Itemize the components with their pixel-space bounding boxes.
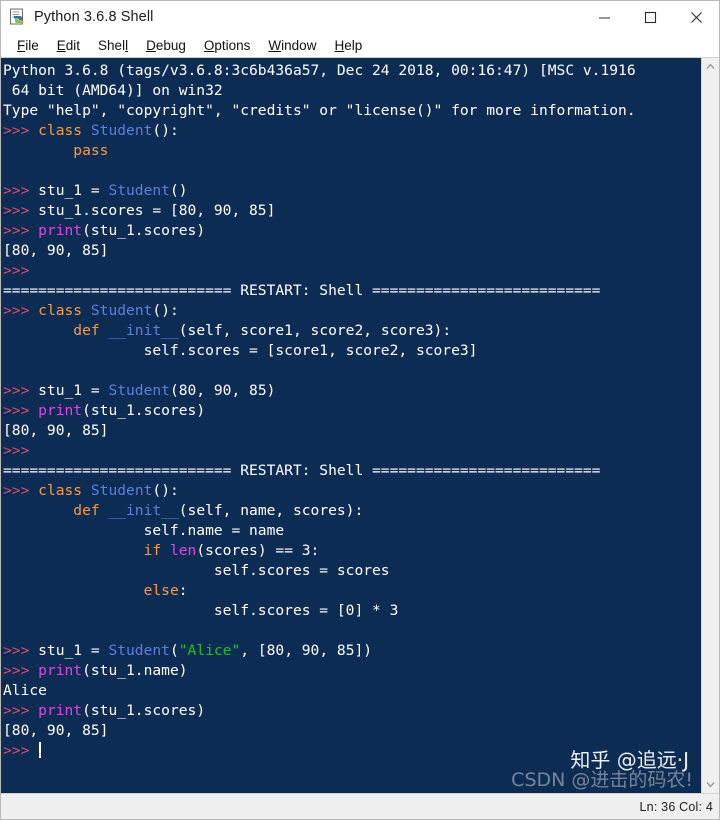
status-bar: Ln: 36 Col: 4	[1, 793, 719, 819]
menu-bar: File Edit Shell Debug Options Window Hel…	[1, 33, 719, 58]
watermark-csdn: CSDN @进击的码农!	[511, 769, 693, 791]
menu-item-window[interactable]: Window	[259, 38, 325, 53]
scrollbar-track[interactable]	[702, 75, 719, 776]
menu-item-file[interactable]: File	[8, 38, 48, 53]
menu-item-options[interactable]: Options	[195, 38, 260, 53]
chevron-up-icon[interactable]	[702, 58, 719, 75]
idle-shell-window: Python 3.6.8 Shell File Edit Shell Debug…	[0, 0, 720, 820]
maximize-icon[interactable]	[627, 1, 673, 33]
title-bar: Python 3.6.8 Shell	[1, 1, 719, 33]
shell-area: Python 3.6.8 (tags/v3.6.8:3c6b436a57, De…	[1, 58, 719, 793]
shell-text-output[interactable]: Python 3.6.8 (tags/v3.6.8:3c6b436a57, De…	[1, 58, 701, 793]
menu-item-debug[interactable]: Debug	[137, 38, 195, 53]
minimize-icon[interactable]	[581, 1, 627, 33]
vertical-scrollbar[interactable]	[701, 58, 719, 793]
menu-item-shell[interactable]: Shell	[89, 38, 137, 53]
chevron-down-icon[interactable]	[702, 776, 719, 793]
window-controls	[581, 1, 719, 33]
cursor-position-label: Ln: 36 Col: 4	[639, 799, 713, 814]
python-idle-icon	[9, 8, 27, 26]
menu-item-edit[interactable]: Edit	[48, 38, 89, 53]
window-title: Python 3.6.8 Shell	[34, 9, 154, 25]
close-icon[interactable]	[673, 1, 719, 33]
menu-item-help[interactable]: Help	[325, 38, 371, 53]
shell-code: Python 3.6.8 (tags/v3.6.8:3c6b436a57, De…	[3, 62, 636, 759]
